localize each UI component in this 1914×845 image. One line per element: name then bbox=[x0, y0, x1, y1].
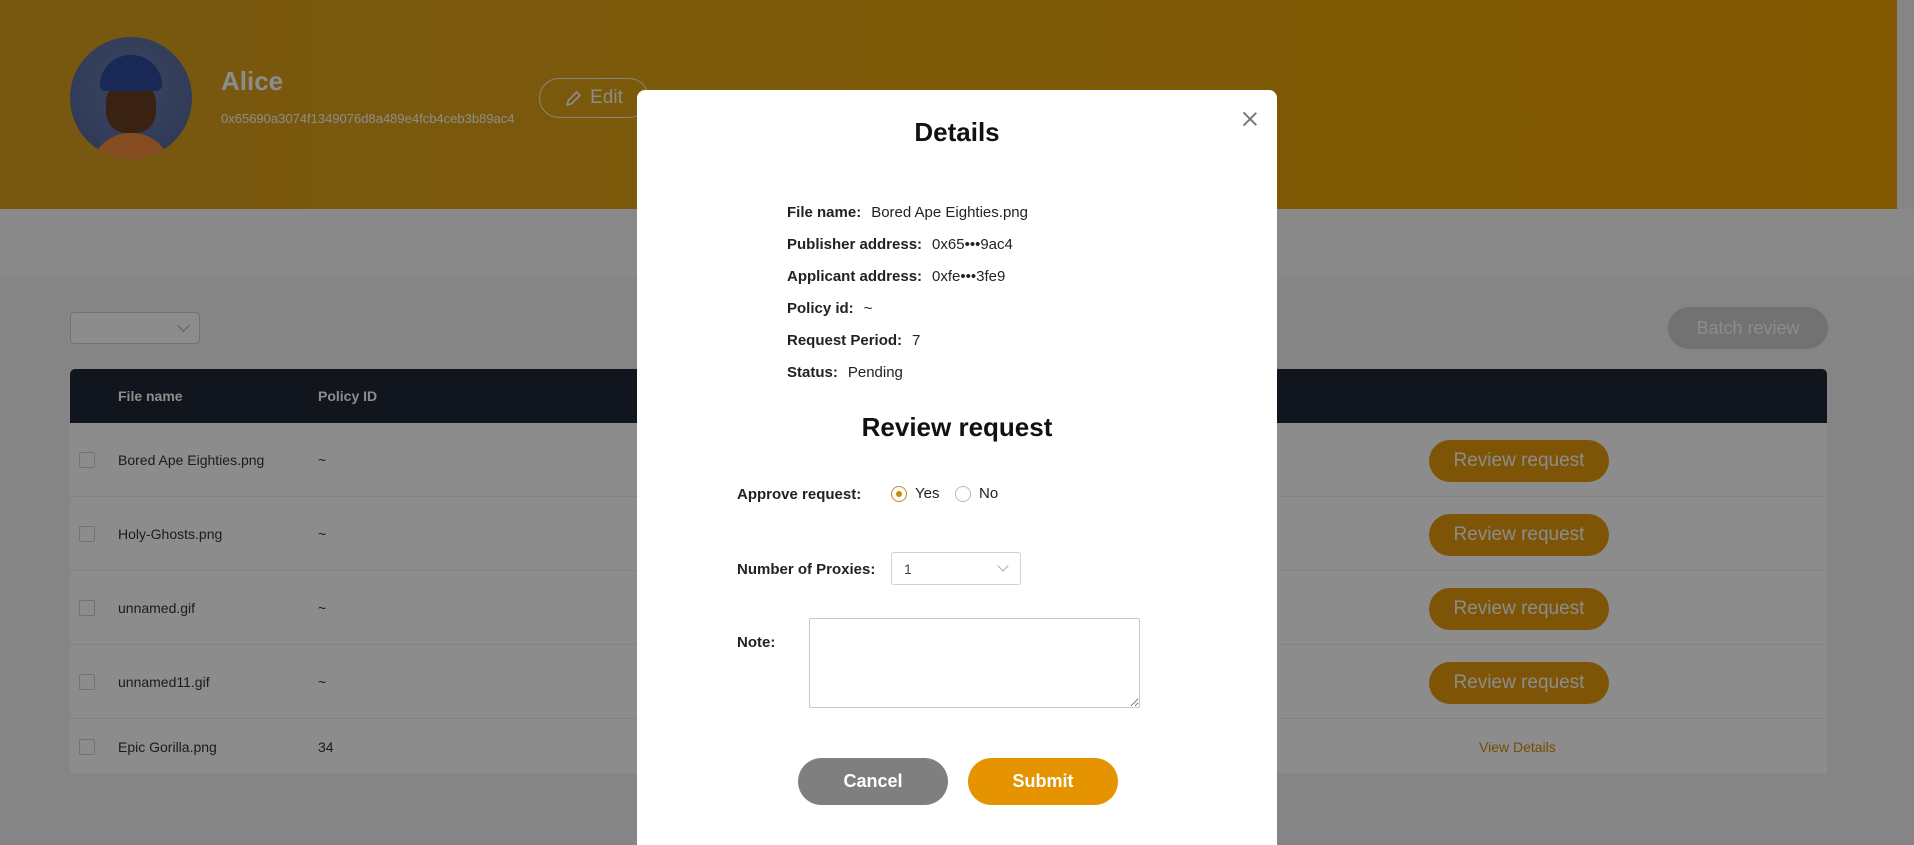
note-textarea[interactable] bbox=[809, 618, 1140, 708]
submit-button[interactable]: Submit bbox=[968, 758, 1118, 805]
number-of-proxies-label: Number of Proxies: bbox=[737, 561, 876, 578]
approve-no-radio[interactable]: No bbox=[955, 485, 998, 502]
radio-selected-icon bbox=[891, 485, 907, 502]
detail-publisher-address: Publisher address: 0x65•••9ac4 bbox=[787, 236, 1013, 253]
proxies-select-value: 1 bbox=[904, 561, 912, 577]
detail-label: File name: bbox=[787, 204, 862, 221]
detail-label: Policy id: bbox=[787, 300, 854, 317]
review-request-title: Review request bbox=[861, 412, 1053, 442]
detail-request-period: Request Period: 7 bbox=[787, 332, 920, 349]
note-label: Note: bbox=[737, 634, 776, 651]
radio-unselected-icon bbox=[955, 485, 971, 502]
cancel-button[interactable]: Cancel bbox=[798, 758, 948, 805]
detail-file-name: File name: Bored Ape Eighties.png bbox=[787, 204, 1028, 221]
modal-title: Details bbox=[914, 117, 1000, 147]
radio-label-yes: Yes bbox=[915, 485, 940, 502]
detail-status: Status: Pending bbox=[787, 364, 903, 381]
detail-value: ~ bbox=[863, 300, 873, 317]
detail-value: 7 bbox=[912, 332, 921, 349]
detail-value: 0x65•••9ac4 bbox=[932, 236, 1013, 253]
detail-applicant-address: Applicant address: 0xfe•••3fe9 bbox=[787, 268, 1005, 285]
detail-label: Applicant address: bbox=[787, 268, 923, 285]
detail-label: Publisher address: bbox=[787, 236, 923, 253]
chevron-down-icon bbox=[997, 560, 1009, 572]
detail-policy-id: Policy id: ~ bbox=[787, 300, 872, 317]
details-modal: Details File name: Bored Ape Eighties.png… bbox=[637, 90, 1277, 845]
number-of-proxies-select[interactable]: 1 bbox=[891, 552, 1021, 585]
detail-value: Pending bbox=[847, 364, 903, 381]
approve-request-label: Approve request: bbox=[737, 486, 862, 503]
detail-label: Status: bbox=[787, 364, 838, 381]
detail-label: Request Period: bbox=[787, 332, 903, 349]
detail-value: 0xfe•••3fe9 bbox=[932, 268, 1006, 285]
approve-yes-radio[interactable]: Yes bbox=[891, 485, 939, 502]
radio-label-no: No bbox=[979, 485, 999, 502]
detail-value: Bored Ape Eighties.png bbox=[871, 204, 1028, 221]
